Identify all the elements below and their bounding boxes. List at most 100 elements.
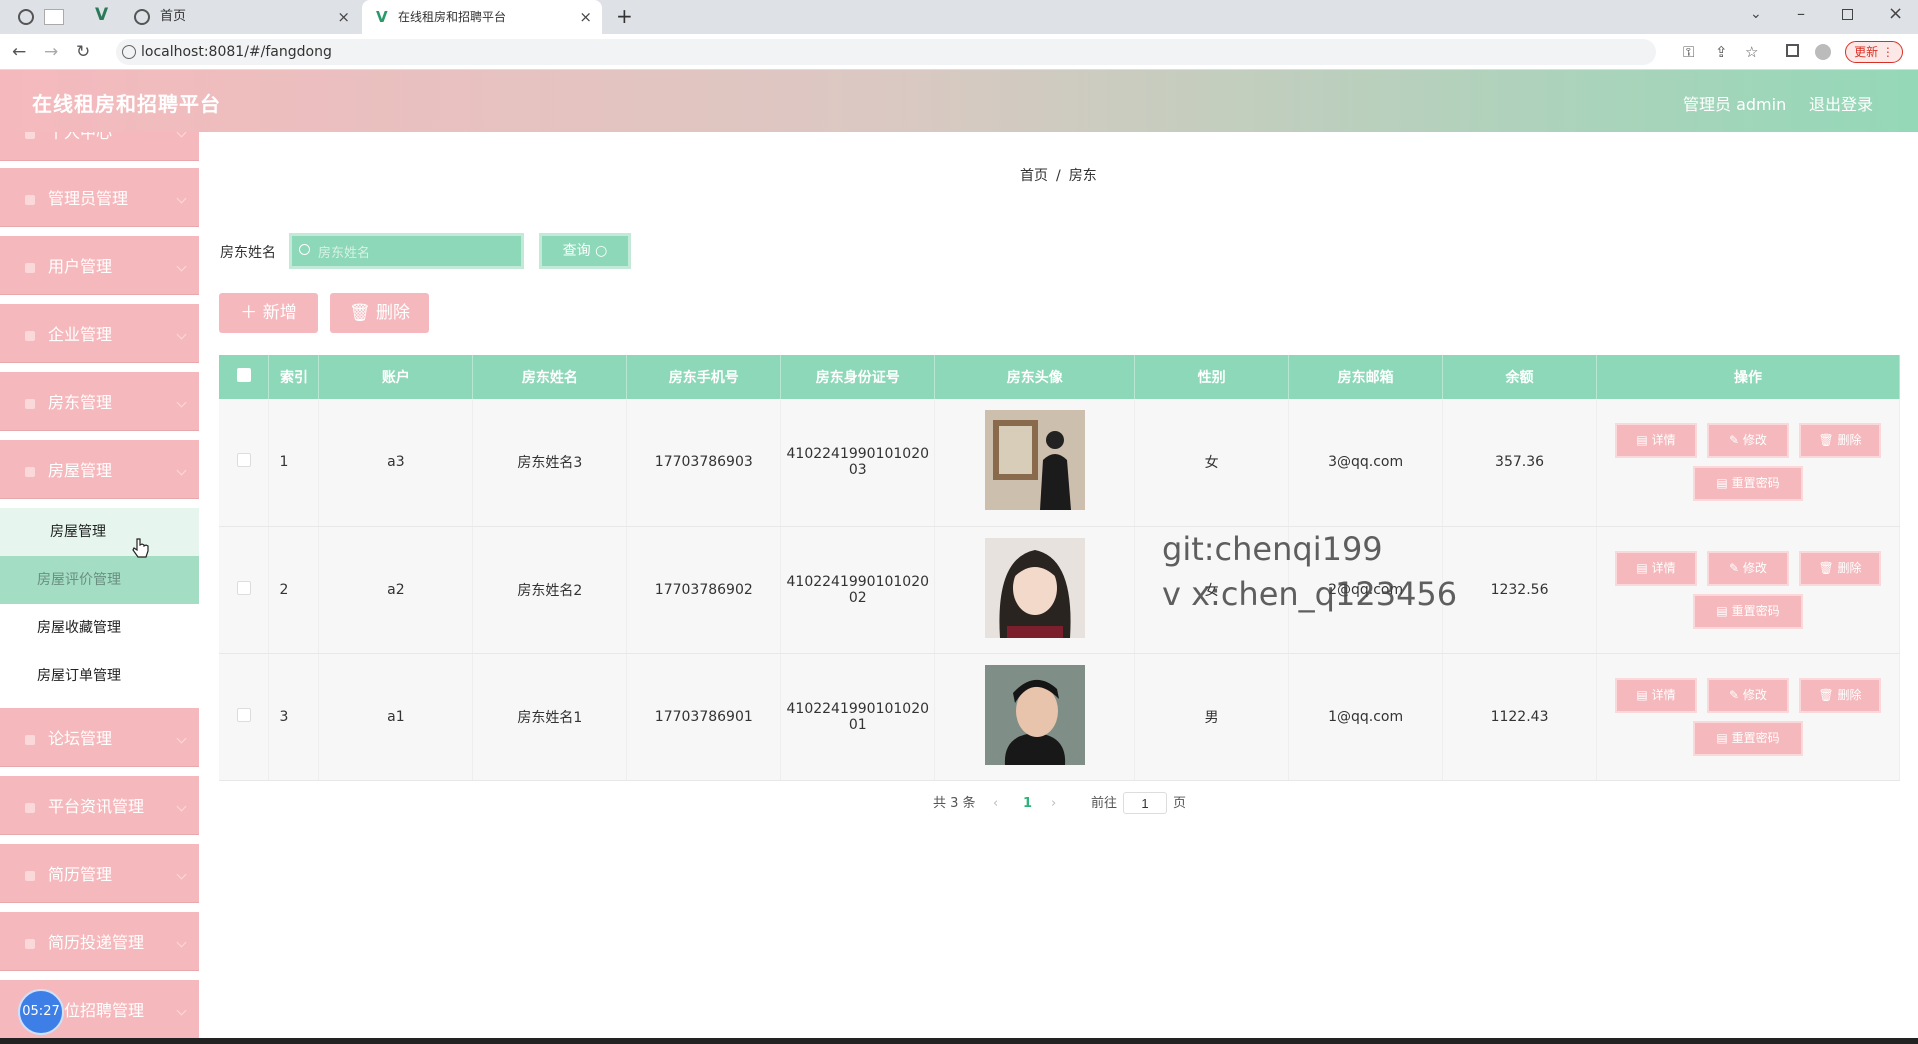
- sidebar-item-houses[interactable]: 房屋管理: [0, 440, 199, 502]
- reset-label: 重置密码: [1731, 603, 1780, 618]
- restore-icon[interactable]: [1842, 9, 1853, 20]
- back-icon[interactable]: ←: [12, 42, 26, 62]
- row-select[interactable]: [219, 526, 270, 654]
- table-header-row: 索引 账户 房东姓名 房东手机号 房东身份证号 房东头像 性别 房东邮箱 余额 …: [219, 355, 1900, 399]
- sidebar-item-resume-delivery[interactable]: 简历投递管理: [0, 912, 199, 974]
- reset-password-button[interactable]: ▤ 重置密码: [1693, 593, 1803, 629]
- idcard-line1: 4102241990101020: [786, 573, 930, 590]
- query-button[interactable]: 查询 ○: [539, 233, 631, 269]
- prev-page-icon[interactable]: ‹: [993, 794, 998, 814]
- idcard-line2: 02: [848, 589, 867, 606]
- logout-link[interactable]: 退出登录: [1809, 91, 1873, 115]
- idcard-line1: 4102241990101020: [786, 446, 930, 463]
- header-select-all[interactable]: [219, 355, 270, 399]
- bottom-edge: [0, 1038, 1918, 1044]
- app-header: 在线租房和招聘平台 管理员 admin 退出登录: [0, 70, 1918, 132]
- vue-icon[interactable]: V: [95, 5, 108, 25]
- detail-button[interactable]: ▤ 详情: [1615, 550, 1697, 586]
- delete-button[interactable]: 🗑 删除: [1799, 423, 1881, 459]
- minimize-icon[interactable]: –: [1797, 4, 1805, 23]
- admin-label[interactable]: 管理员 admin: [1683, 91, 1786, 115]
- close-icon[interactable]: ×: [337, 0, 350, 34]
- reload-icon[interactable]: ↻: [76, 42, 90, 62]
- sidebar-item-users[interactable]: 用户管理: [0, 236, 199, 298]
- cell-actions: ▤ 详情 ✎ 修改 🗑 删除 ▤ 重置密码: [1596, 399, 1900, 527]
- sidebar-subitem-house-favorites[interactable]: 房屋收藏管理: [0, 604, 199, 652]
- goto-page-input[interactable]: [1123, 792, 1167, 814]
- reset-label: 重置密码: [1731, 730, 1780, 745]
- close-window-icon[interactable]: ×: [1888, 3, 1903, 24]
- avatar[interactable]: [984, 537, 1085, 638]
- breadcrumb-home[interactable]: 首页: [1020, 168, 1048, 184]
- edit-button[interactable]: ✎ 修改: [1707, 550, 1789, 586]
- row-checkbox[interactable]: [236, 707, 251, 722]
- detail-button[interactable]: ▤ 详情: [1615, 677, 1697, 713]
- sidebar-item-companies[interactable]: 企业管理: [0, 304, 199, 366]
- header-phone: 房东手机号: [626, 355, 782, 399]
- table-row: 1 a3 房东姓名3 17703786903 4102241990101020 0…: [219, 399, 1900, 527]
- sidepanel-icon[interactable]: [1786, 44, 1799, 57]
- cell-index: 3: [268, 653, 320, 781]
- select-all-checkbox[interactable]: [236, 368, 251, 382]
- close-icon[interactable]: ×: [579, 0, 592, 34]
- chevron-down-icon[interactable]: ⌄: [1750, 6, 1762, 22]
- cell-balance: 1232.56: [1442, 526, 1597, 654]
- header-balance: 余额: [1442, 355, 1597, 399]
- update-button[interactable]: 更新 ⋮: [1845, 41, 1903, 63]
- delete-button[interactable]: 🗑 删除: [1799, 677, 1881, 713]
- sidebar-item-admins[interactable]: 管理员管理: [0, 168, 199, 230]
- sidebar-item-resumes[interactable]: 简历管理: [0, 844, 199, 906]
- row-checkbox[interactable]: [236, 580, 251, 595]
- key-icon[interactable]: ⚿: [1683, 44, 1694, 60]
- detail-button[interactable]: ▤ 详情: [1615, 423, 1697, 459]
- cell-avatar: [934, 399, 1136, 527]
- cell-idcard: 4102241990101020 03: [780, 399, 936, 527]
- edit-label: 修改: [1742, 560, 1767, 575]
- sidebar-item-profile[interactable]: 个人中心: [0, 132, 199, 164]
- browser-tab-strip: V 首页 × V 在线租房和招聘平台 × + ⌄ – ×: [0, 0, 1918, 34]
- avatar[interactable]: [984, 410, 1085, 511]
- sidebar-item-news[interactable]: 平台资讯管理: [0, 776, 199, 838]
- row-checkbox[interactable]: [236, 453, 251, 468]
- profile-icon[interactable]: [1815, 44, 1831, 60]
- recording-timer: 05:27: [18, 989, 64, 1035]
- star-icon[interactable]: ☆: [1745, 44, 1758, 60]
- delete-label: 删除: [1837, 433, 1862, 448]
- add-button[interactable]: ＋ 新增: [219, 293, 318, 333]
- url-field[interactable]: localhost:8081/#/fangdong: [116, 39, 1656, 65]
- cell-balance: 1122.43: [1442, 653, 1597, 781]
- row-select[interactable]: [219, 399, 270, 527]
- address-bar: ← → ↻ localhost:8081/#/fangdong ⚿ ⇪ ☆ 更新…: [0, 34, 1918, 70]
- forward-icon[interactable]: →: [44, 42, 58, 62]
- delete-button[interactable]: 🗑 删除: [1799, 550, 1881, 586]
- edit-button[interactable]: ✎ 修改: [1707, 423, 1789, 459]
- next-page-icon[interactable]: ›: [1051, 794, 1056, 814]
- page-number[interactable]: 1: [1023, 794, 1032, 814]
- search-input[interactable]: [318, 242, 508, 262]
- search-icon: [299, 244, 310, 255]
- new-tab-icon[interactable]: +: [616, 4, 633, 28]
- breadcrumb-separator: /: [1056, 168, 1061, 184]
- cell-account: a2: [318, 526, 474, 654]
- reset-password-button[interactable]: ▤ 重置密码: [1693, 720, 1803, 756]
- reset-password-button[interactable]: ▤ 重置密码: [1693, 466, 1803, 502]
- sidebar-subitem-houses[interactable]: 房屋管理: [0, 508, 199, 556]
- share-icon[interactable]: ⇪: [1715, 44, 1728, 60]
- cell-index: 1: [268, 399, 320, 527]
- delete-label: 删除: [376, 303, 410, 323]
- header-gender: 性别: [1134, 355, 1290, 399]
- page-icon[interactable]: [44, 9, 64, 25]
- avatar[interactable]: [984, 664, 1085, 765]
- edit-button[interactable]: ✎ 修改: [1707, 677, 1789, 713]
- sidebar-item-landlords[interactable]: 房东管理: [0, 372, 199, 434]
- header-name: 房东姓名: [472, 355, 628, 399]
- batch-delete-button[interactable]: 🗑 删除: [330, 293, 429, 333]
- sidebar-subitem-house-orders[interactable]: 房屋订单管理: [0, 652, 199, 700]
- sidebar-subitem-house-reviews[interactable]: 房屋评价管理: [0, 556, 199, 604]
- row-select[interactable]: [219, 653, 270, 781]
- tab-home[interactable]: 首页 ×: [134, 0, 360, 34]
- sidebar-item-forum[interactable]: 论坛管理: [0, 708, 199, 770]
- tab-platform[interactable]: V 在线租房和招聘平台 ×: [362, 0, 602, 34]
- cell-actions: ▤ 详情 ✎ 修改 🗑 删除 ▤ 重置密码: [1596, 653, 1900, 781]
- globe-icon[interactable]: [18, 9, 34, 25]
